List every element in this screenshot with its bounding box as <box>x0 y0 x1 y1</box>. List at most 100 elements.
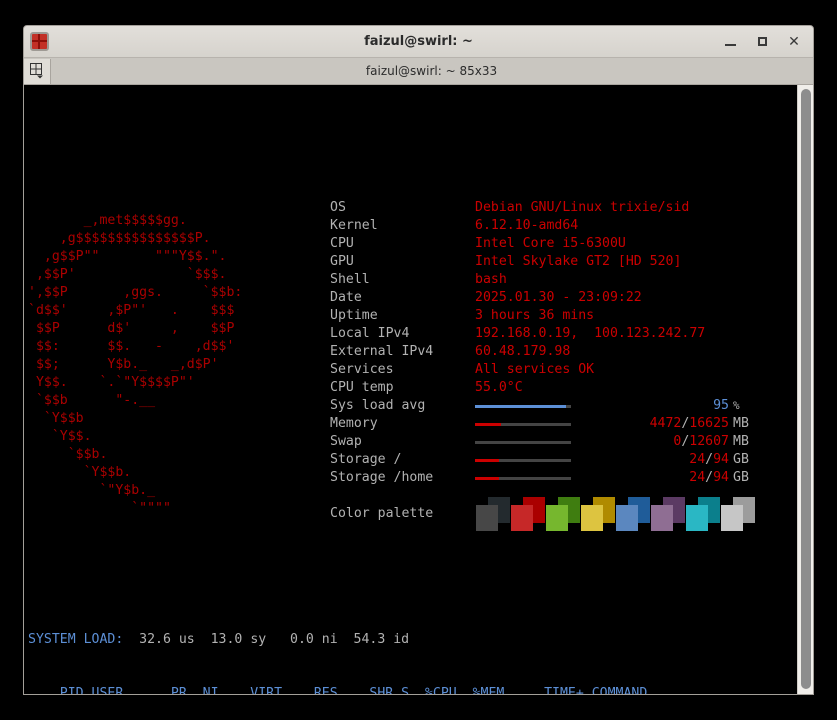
window-controls: ✕ <box>715 29 809 55</box>
close-icon: ✕ <box>788 33 800 50</box>
maximize-button[interactable] <box>747 29 777 55</box>
system-info-value: All services OK <box>475 362 595 377</box>
system-meter-key: Swap <box>330 434 362 449</box>
system-meter-unit: GB <box>733 470 749 485</box>
system-meter-current: 95 <box>713 398 729 413</box>
system-info-key: GPU <box>330 254 354 269</box>
minimize-button[interactable] <box>715 29 745 55</box>
system-info-row: Kernel 6.12.10-amd64 <box>330 217 749 235</box>
system-info-row: Services All services OK <box>330 361 749 379</box>
system-meter-unit: MB <box>733 416 749 431</box>
system-info-row: External IPv4 60.48.179.98 <box>330 343 749 361</box>
system-info-value: 2025.01.30 - 23:09:22 <box>475 290 642 305</box>
system-meter-fill <box>475 422 501 426</box>
system-meter-row: Storage / 24/94 GB <box>330 451 749 469</box>
tab-bar: faizul@swirl: ~ 85x33 <box>24 58 813 85</box>
system-info-row: Local IPv4 192.168.0.19, 100.123.242.77 <box>330 325 749 343</box>
system-meter-current: 24 <box>689 452 706 467</box>
system-info-key: Shell <box>330 272 370 287</box>
palette-swatch-bright <box>651 505 673 531</box>
color-palette-label: Color palette <box>330 506 434 521</box>
system-info-value: 55.0°C <box>475 380 523 395</box>
system-info-value: Intel Core i5-6300U <box>475 236 626 251</box>
system-meter-value: 24/94 <box>577 451 729 469</box>
color-palette-row: Color palette <box>330 497 756 531</box>
system-info-row: GPU Intel Skylake GT2 [HD 520] <box>330 253 749 271</box>
system-info-value: Debian GNU/Linux trixie/sid <box>475 200 690 215</box>
system-meter-bar <box>475 458 571 462</box>
system-meter-value: 24/94 <box>577 469 729 487</box>
system-info-value: 192.168.0.19, 100.123.242.77 <box>475 326 706 341</box>
terminal-screen[interactable]: _,met$$$$$gg. ,g$$$$$$$$$$$$$$$P. ,g$$P"… <box>24 85 792 695</box>
system-info-key: Services <box>330 362 394 377</box>
system-meter-value: 0/12607 <box>577 433 729 451</box>
system-meter-row: Storage /home 24/94 GB <box>330 469 749 487</box>
system-meter-total: 94 <box>713 470 729 485</box>
system-meter-current: 24 <box>689 470 706 485</box>
system-meter-value: 95 <box>577 397 729 415</box>
top-output: SYSTEM LOAD: 32.6 us 13.0 sy 0.0 ni 54.3… <box>26 595 792 695</box>
system-info-key: OS <box>330 200 346 215</box>
palette-swatch <box>721 497 755 531</box>
system-info-list: OS Debian GNU/Linux trixie/sid Kernel 6.12.… <box>330 199 749 487</box>
system-info-value: 60.48.179.98 <box>475 344 571 359</box>
system-meter-bar <box>475 404 571 408</box>
system-info-value: 3 hours 36 mins <box>475 308 595 323</box>
system-meter-row: Memory 4472/16625 MB <box>330 415 749 433</box>
system-meter-key: Memory <box>330 416 378 431</box>
system-meter-key: Sys load avg <box>330 398 426 413</box>
palette-swatch <box>616 497 650 531</box>
system-info-row: Uptime 3 hours 36 mins <box>330 307 749 325</box>
tab-title[interactable]: faizul@swirl: ~ 85x33 <box>50 64 813 78</box>
debian-swirl-ascii-art: _,met$$$$$gg. ,g$$$$$$$$$$$$$$$P. ,g$$P"… <box>28 213 243 517</box>
system-info-row: OS Debian GNU/Linux trixie/sid <box>330 199 749 217</box>
palette-swatch-bright <box>581 505 603 531</box>
system-meter-separator: / <box>705 470 714 485</box>
tab-list-icon[interactable] <box>24 58 51 84</box>
palette-swatch-bright <box>546 505 568 531</box>
window-titlebar: faizul@swirl: ~ ✕ <box>24 26 813 58</box>
minimize-icon <box>724 44 736 46</box>
terminal-body: _,met$$$$$gg. ,g$$$$$$$$$$$$$$$P. ,g$$P"… <box>24 85 813 695</box>
system-info-key: Kernel <box>330 218 378 233</box>
system-meter-total: 12607 <box>689 434 729 449</box>
system-meter-bar <box>475 422 571 426</box>
system-info-key: Date <box>330 290 362 305</box>
palette-swatch <box>511 497 545 531</box>
palette-swatch-bright <box>476 505 498 531</box>
system-meter-bar <box>475 476 571 480</box>
system-info-key: Uptime <box>330 308 378 323</box>
system-info-key: CPU <box>330 236 354 251</box>
system-meter-unit: MB <box>733 434 749 449</box>
close-button[interactable]: ✕ <box>779 29 809 55</box>
process-table-header: PID USER PR NI VIRT RES SHR S %CPU %MEM … <box>28 686 648 695</box>
palette-swatch <box>546 497 580 531</box>
scrollbar-thumb[interactable] <box>801 89 811 689</box>
color-palette-swatches <box>476 497 756 531</box>
system-meter-bar <box>475 440 571 444</box>
system-info-row: CPU temp 55.0°C <box>330 379 749 397</box>
neofetch-output: _,met$$$$$gg. ,g$$$$$$$$$$$$$$$P. ,g$$P"… <box>26 199 792 531</box>
system-info-row: Date 2025.01.30 - 23:09:22 <box>330 289 749 307</box>
palette-swatch <box>476 497 510 531</box>
maximize-icon <box>757 37 767 46</box>
palette-swatch-bright <box>616 505 638 531</box>
system-load-label: SYSTEM LOAD: <box>28 632 124 647</box>
terminal-icon <box>30 32 49 51</box>
system-meter-key: Storage / <box>330 452 402 467</box>
palette-swatch <box>686 497 720 531</box>
system-meter-separator: / <box>705 452 714 467</box>
system-load-values: 32.6 us 13.0 sy 0.0 ni 54.3 id <box>123 632 410 647</box>
system-info-key: Local IPv4 <box>330 326 410 341</box>
system-load-line: SYSTEM LOAD: 32.6 us 13.0 sy 0.0 ni 54.3… <box>28 631 792 649</box>
system-info-value: bash <box>475 272 507 287</box>
system-meter-value: 4472/16625 <box>577 415 729 433</box>
system-info-key: External IPv4 <box>330 344 434 359</box>
system-info-key: CPU temp <box>330 380 394 395</box>
terminal-scrollbar[interactable] <box>797 85 813 694</box>
system-meter-fill <box>475 476 499 480</box>
palette-swatch-bright <box>721 505 743 531</box>
system-info-value: Intel Skylake GT2 [HD 520] <box>475 254 682 269</box>
system-meter-unit: % <box>733 399 740 412</box>
palette-swatch <box>651 497 685 531</box>
